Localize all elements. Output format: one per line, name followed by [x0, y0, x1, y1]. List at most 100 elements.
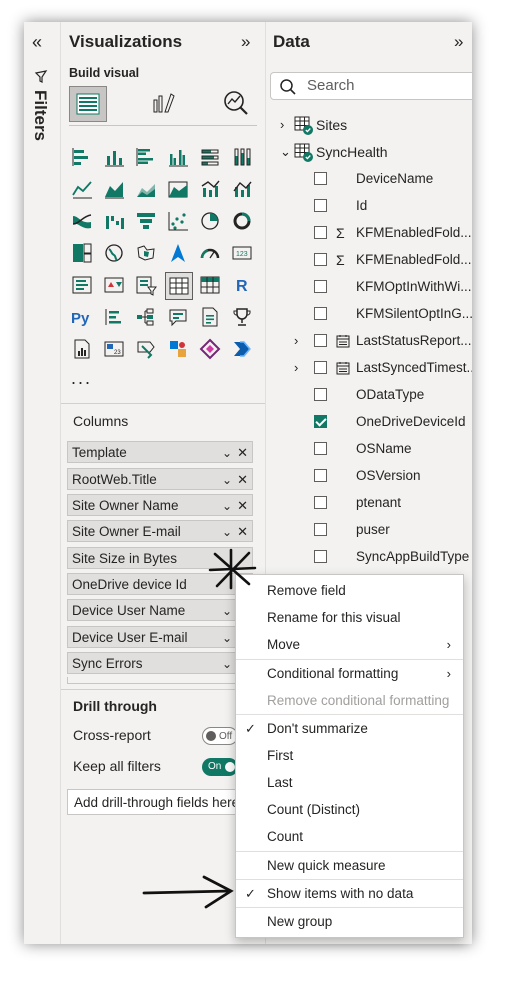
filled-map-icon[interactable]	[133, 240, 159, 266]
search-input[interactable]: Search	[270, 72, 472, 100]
power-automate-visual-icon[interactable]	[165, 336, 191, 362]
chevron-down-icon[interactable]: ⌄	[222, 469, 232, 491]
column-well-item[interactable]: Site Owner Name ⌄ ✕	[67, 494, 253, 516]
area-chart-icon[interactable]	[101, 176, 127, 202]
menu-item-show-items-no-data[interactable]: ✓ Show items with no data	[236, 880, 463, 907]
map-icon[interactable]	[101, 240, 127, 266]
filters-pane-collapsed[interactable]: « Filters	[24, 22, 61, 944]
matrix-icon[interactable]	[197, 272, 223, 298]
line-stacked-column-chart-icon[interactable]	[229, 176, 255, 202]
close-icon[interactable]: ✕	[237, 495, 248, 517]
field-item[interactable]: KFMOptInWithWi...	[280, 277, 472, 297]
100-stacked-column-chart-icon[interactable]	[229, 144, 255, 170]
stacked-area-chart-icon[interactable]	[133, 176, 159, 202]
chevron-down-icon[interactable]: ⌄	[222, 521, 232, 543]
field-item[interactable]: ptenant	[280, 493, 472, 513]
column-well-item[interactable]: RootWeb.Title ⌄ ✕	[67, 468, 253, 490]
field-checkbox[interactable]	[314, 280, 327, 293]
card-icon[interactable]: 123	[229, 240, 255, 266]
menu-item-count-distinct[interactable]: Count (Distinct)	[236, 796, 463, 823]
menu-item-new-quick-measure[interactable]: New quick measure	[236, 852, 463, 879]
field-item[interactable]: › LastSyncedTimest...	[280, 358, 472, 378]
field-checkbox[interactable]	[314, 307, 327, 320]
gauge-icon[interactable]	[197, 240, 223, 266]
field-item[interactable]: puser	[280, 520, 472, 540]
column-well-item[interactable]: Template ⌄ ✕	[67, 441, 253, 463]
line-chart-icon[interactable]	[69, 176, 95, 202]
column-well-item[interactable]: Site Owner E-mail ⌄ ✕	[67, 520, 253, 542]
decomposition-tree-icon[interactable]	[133, 304, 159, 330]
power-apps-visual-icon[interactable]	[133, 336, 159, 362]
menu-item-count[interactable]: Count	[236, 823, 463, 850]
filters-label-wrap[interactable]: Filters	[31, 68, 52, 188]
power-apps-diamond-icon[interactable]	[197, 336, 223, 362]
field-item[interactable]: SyncAppBuildType	[280, 547, 472, 567]
treemap-icon[interactable]	[69, 240, 95, 266]
chevron-right-icon[interactable]: ›	[294, 331, 298, 351]
field-checkbox[interactable]	[314, 253, 327, 266]
field-checkbox[interactable]	[314, 361, 327, 374]
kpi-icon[interactable]	[101, 272, 127, 298]
field-checkbox[interactable]	[314, 469, 327, 482]
menu-item-conditional-formatting[interactable]: Conditional formatting ›	[236, 660, 463, 687]
100-stacked-area-chart-icon[interactable]	[165, 176, 191, 202]
field-item[interactable]: Σ KFMEnabledFold...	[280, 250, 472, 270]
menu-item-new-group[interactable]: New group	[236, 908, 463, 935]
field-checkbox[interactable]	[314, 523, 327, 536]
paginated-report-icon[interactable]	[69, 336, 95, 362]
close-icon[interactable]: ✕	[237, 521, 248, 543]
field-checkbox[interactable]	[314, 442, 327, 455]
field-checkbox[interactable]	[314, 172, 327, 185]
qa-visual-icon[interactable]	[165, 304, 191, 330]
menu-item-rename[interactable]: Rename for this visual	[236, 604, 463, 631]
field-checkbox-checked[interactable]	[314, 415, 327, 428]
close-icon[interactable]: ✕	[237, 469, 248, 491]
table-visual-icon[interactable]	[165, 272, 193, 300]
chevron-right-icon[interactable]: ›	[294, 358, 298, 378]
clustered-column-chart-icon[interactable]	[165, 144, 191, 170]
clustered-bar-chart-icon[interactable]	[133, 144, 159, 170]
smart-narrative-icon[interactable]	[197, 304, 223, 330]
chevron-down-icon[interactable]: ⌄	[222, 600, 232, 622]
more-visuals-button[interactable]: ...	[71, 368, 92, 389]
menu-item-dont-summarize[interactable]: ✓ Don't summarize	[236, 715, 463, 742]
r-script-visual-icon[interactable]: R	[229, 272, 255, 298]
cross-report-toggle[interactable]: Off	[202, 727, 238, 745]
close-icon[interactable]: ✕	[237, 442, 248, 464]
funnel-chart-icon[interactable]	[133, 208, 159, 234]
field-item[interactable]: OSVersion	[280, 466, 472, 486]
chevron-down-icon[interactable]: ⌄	[280, 142, 291, 162]
waterfall-chart-icon[interactable]	[101, 208, 127, 234]
chevron-down-icon[interactable]: ⌄	[222, 627, 232, 649]
donut-chart-icon[interactable]	[229, 208, 255, 234]
field-item[interactable]: KFMSilentOptInG...	[280, 304, 472, 324]
field-checkbox[interactable]	[314, 388, 327, 401]
menu-item-remove-field[interactable]: Remove field	[236, 577, 463, 604]
python-visual-icon[interactable]: Py	[69, 304, 95, 330]
expand-right-icon[interactable]: »	[241, 32, 250, 52]
scatter-chart-icon[interactable]	[165, 208, 191, 234]
100-stacked-bar-chart-icon[interactable]	[197, 144, 223, 170]
field-item[interactable]: OneDriveDeviceId	[280, 412, 472, 432]
menu-item-move[interactable]: Move ›	[236, 631, 463, 658]
azure-map-icon[interactable]	[165, 240, 191, 266]
build-visual-tab-icon[interactable]	[69, 86, 107, 122]
field-checkbox[interactable]	[314, 199, 327, 212]
ribbon-chart-icon[interactable]	[69, 208, 95, 234]
collapse-left-icon[interactable]: «	[32, 32, 42, 53]
pie-chart-icon[interactable]	[197, 208, 223, 234]
scorecard-icon[interactable]: 23	[101, 336, 127, 362]
chevron-down-icon[interactable]: ⌄	[222, 653, 232, 675]
field-item[interactable]: › LastStatusReport...	[280, 331, 472, 351]
column-well-item[interactable]: Device User Name ⌄	[67, 599, 253, 621]
field-checkbox[interactable]	[314, 550, 327, 563]
field-checkbox[interactable]	[314, 334, 327, 347]
multi-row-card-icon[interactable]	[69, 272, 95, 298]
format-visual-tab-icon[interactable]	[147, 86, 181, 120]
line-clustered-column-chart-icon[interactable]	[197, 176, 223, 202]
field-item[interactable]: OSName	[280, 439, 472, 459]
chevron-down-icon[interactable]: ⌄	[222, 442, 232, 464]
chevron-right-icon[interactable]: ›	[280, 115, 284, 135]
field-item[interactable]: Id	[280, 196, 472, 216]
keep-all-filters-toggle[interactable]: On	[202, 758, 238, 776]
